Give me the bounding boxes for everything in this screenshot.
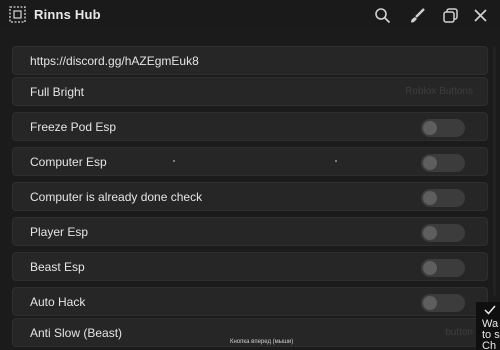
computer-done-check-label: Computer is already done check bbox=[30, 190, 203, 204]
toggle-knob bbox=[423, 226, 437, 240]
title-bar: Rinns Hub bbox=[0, 0, 500, 30]
search-icon[interactable] bbox=[372, 5, 392, 25]
auto-hack-toggle[interactable] bbox=[421, 294, 465, 312]
player-esp-row: Player Esp bbox=[12, 217, 488, 246]
full-bright-button[interactable]: Full Bright Roblox Buttons bbox=[12, 77, 488, 106]
checkmark-icon bbox=[484, 305, 496, 315]
tooltip-caption: Кнопка вперед (мыши) bbox=[230, 339, 294, 345]
full-bright-hint: Roblox Buttons bbox=[405, 86, 473, 97]
computer-esp-row: Computer Esp bbox=[12, 147, 488, 176]
computer-esp-label: Computer Esp bbox=[30, 155, 107, 169]
toggle-knob bbox=[423, 121, 437, 135]
minimize-icon[interactable] bbox=[440, 5, 460, 25]
dot-marker bbox=[173, 160, 175, 162]
freeze-pod-esp-label: Freeze Pod Esp bbox=[30, 120, 117, 134]
beast-esp-toggle[interactable] bbox=[421, 259, 465, 277]
toggle-knob bbox=[423, 156, 437, 170]
scrollbar[interactable] bbox=[493, 46, 496, 296]
full-bright-label: Full Bright bbox=[30, 85, 85, 99]
computer-done-check-row: Computer is already done check bbox=[12, 182, 488, 211]
dot-marker bbox=[335, 160, 337, 162]
discord-link-label: https://discord.gg/hAZEgmEuk8 bbox=[30, 54, 199, 68]
close-icon[interactable] bbox=[470, 5, 490, 25]
player-esp-label: Player Esp bbox=[30, 225, 89, 239]
brush-icon[interactable] bbox=[407, 5, 427, 25]
hub-logo-icon bbox=[9, 6, 26, 23]
window-title: Rinns Hub bbox=[34, 7, 101, 22]
auto-hack-label: Auto Hack bbox=[30, 295, 86, 309]
toggle-knob bbox=[423, 296, 437, 310]
auto-hack-row: Auto Hack bbox=[12, 287, 488, 316]
anti-slow-label: Anti Slow (Beast) bbox=[30, 326, 123, 340]
notification-toast: Wa to s Ch bbox=[476, 302, 500, 350]
anti-slow-hint: button bbox=[445, 327, 473, 338]
toggle-knob bbox=[423, 191, 437, 205]
player-esp-toggle[interactable] bbox=[421, 224, 465, 242]
freeze-pod-esp-toggle[interactable] bbox=[421, 119, 465, 137]
computer-done-check-toggle[interactable] bbox=[421, 189, 465, 207]
discord-link-row[interactable]: https://discord.gg/hAZEgmEuk8 bbox=[12, 46, 488, 75]
options-list: https://discord.gg/hAZEgmEuk8 Full Brigh… bbox=[10, 44, 490, 350]
beast-esp-label: Beast Esp bbox=[30, 260, 85, 274]
computer-esp-toggle[interactable] bbox=[421, 154, 465, 172]
notification-line: Ch bbox=[482, 340, 497, 350]
beast-esp-row: Beast Esp bbox=[12, 252, 488, 281]
app-window: Rinns Hub https://discord.gg/hAZEgmEuk8 … bbox=[0, 0, 500, 350]
notification-text: Wa to s Ch bbox=[482, 319, 500, 350]
toggle-knob bbox=[423, 261, 437, 275]
freeze-pod-esp-row: Freeze Pod Esp bbox=[12, 112, 488, 141]
